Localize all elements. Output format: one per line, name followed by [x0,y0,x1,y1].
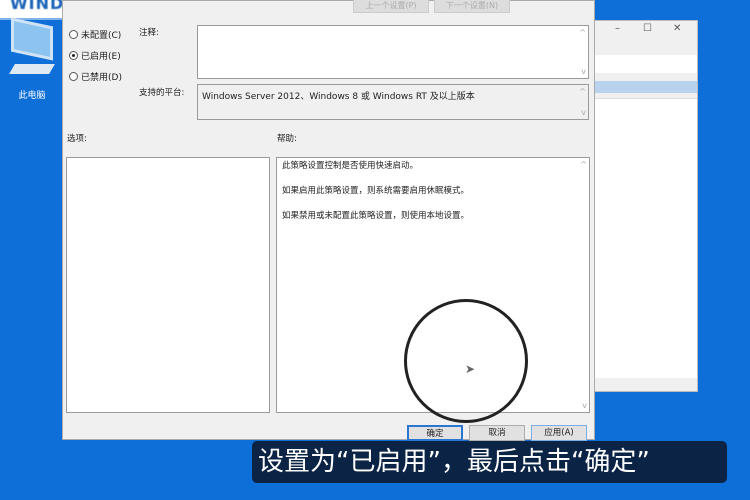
radio-not-configured[interactable]: 未配置(C) [69,28,121,41]
help-paragraph: 如果启用此策略设置，则系统需要启用休眠模式。 [282,186,470,196]
scroll-down-icon[interactable]: v [581,67,586,76]
keyboard-icon [9,64,55,74]
click-highlight-circle [404,299,528,423]
cancel-button[interactable]: 取消 [469,425,525,441]
subtitle-caption: 设置为“已启用”，最后点击“确定” [252,441,727,483]
radio-disabled[interactable]: 已禁用(D) [69,70,122,83]
help-paragraph: 此策略设置控制是否使用快速启动。 [282,161,419,171]
scroll-down-icon[interactable]: v [581,108,586,117]
radio-icon [69,72,78,81]
selected-row[interactable] [593,81,697,93]
desktop-icon-label: 此电脑 [18,91,46,101]
background-window: – ☐ ✕ [592,20,698,392]
desktop-icon-this-pc[interactable]: 此电脑 [6,17,58,112]
radio-checked-icon [69,51,78,60]
mouse-cursor-icon: ➤ [465,362,476,376]
prev-setting-button[interactable]: 上一个设置(P) [353,0,429,13]
apply-button[interactable]: 应用(A) [531,425,587,441]
next-setting-button[interactable]: 下一个设置(N) [434,0,510,13]
minimize-button[interactable]: – [615,23,620,34]
comment-label: 注释: [139,28,159,38]
close-button[interactable]: ✕ [673,23,681,34]
radio-icon [69,30,78,39]
ok-button[interactable]: 确定 [407,425,463,441]
scroll-up-icon[interactable]: ^ [579,87,586,96]
scroll-up-icon[interactable]: ^ [579,28,586,37]
help-label: 帮助: [277,134,297,144]
content-pane [593,98,697,378]
platform-field: Windows Server 2012、Windows 8 或 Windows … [197,84,589,120]
computer-icon [11,17,53,61]
options-pane [66,157,270,413]
scroll-up-icon[interactable]: ^ [580,160,587,169]
scroll-down-icon[interactable]: v [582,401,587,410]
help-paragraph: 如果禁用或未配置此策略设置，则使用本地设置。 [282,211,470,221]
options-label: 选项: [67,134,87,144]
address-area [593,55,697,73]
radio-enabled[interactable]: 已启用(E) [69,49,121,62]
platform-label: 支持的平台: [139,88,185,98]
comment-textarea[interactable]: ^ v [197,25,589,79]
maximize-button[interactable]: ☐ [643,23,652,34]
